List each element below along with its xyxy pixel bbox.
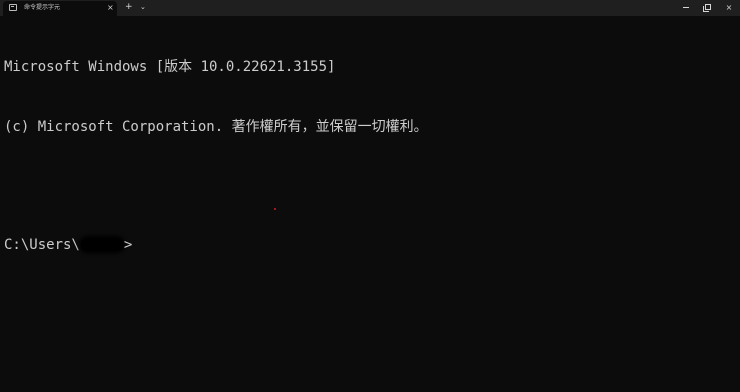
restore-icon <box>703 4 711 12</box>
version-line: Microsoft Windows [版本 10.0.22621.3155] <box>4 59 336 75</box>
prompt-symbol: > <box>123 237 133 253</box>
terminal-icon <box>9 4 17 11</box>
prompt-path: C:\Users\ <box>4 237 80 253</box>
prompt-line[interactable]: C:\Users\ > <box>4 235 736 255</box>
tab-close-icon[interactable]: × <box>107 2 114 13</box>
tab-title: 命令提示字元 <box>24 4 61 11</box>
minimize-icon <box>683 7 689 8</box>
redacted-username <box>80 238 123 251</box>
terminal-output[interactable]: Microsoft Windows [版本 10.0.22621.3155] (… <box>4 17 736 295</box>
copyright-line: (c) Microsoft Corporation. 著作權所有，並保留一切權利… <box>4 119 428 135</box>
tab-command-prompt[interactable]: 命令提示字元 × <box>3 1 117 16</box>
new-tab-button[interactable]: + <box>125 0 133 14</box>
minimize-button[interactable] <box>676 0 698 15</box>
close-button[interactable]: × <box>718 0 740 15</box>
stray-pixel <box>274 208 276 210</box>
tab-dropdown-chevron-icon[interactable]: ⌄ <box>140 1 146 14</box>
title-bar[interactable]: 命令提示字元 × + ⌄ × <box>0 0 740 16</box>
terminal-window: 命令提示字元 × + ⌄ × Microsoft Windows [版本 10.… <box>0 0 740 392</box>
maximize-button[interactable] <box>697 0 719 15</box>
